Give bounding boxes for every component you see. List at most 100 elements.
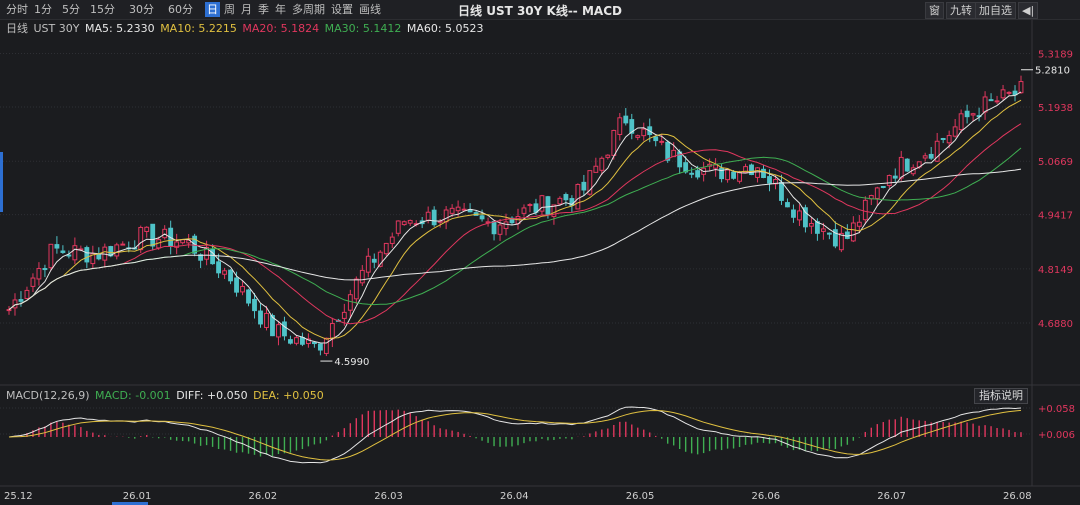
candle-body [365,255,371,273]
candle-body [54,244,60,249]
macd-tick-label: +0.058 [1038,404,1075,415]
candle-body [395,220,401,234]
candle-body [294,337,299,344]
candle-body [767,176,772,184]
candle-body [48,243,54,269]
x-tick-label: 25.12 [4,491,33,502]
candle-body [353,278,359,300]
candle-body [36,268,42,280]
scroll-indicator [0,152,3,212]
candle-body [988,99,994,102]
candle-body [347,294,353,311]
candle-body [611,129,617,156]
price-tick-label: 5.3189 [1038,50,1073,61]
candle-body [635,135,641,138]
diff-line [8,406,1022,464]
dea-line [8,409,1022,461]
candle-body [898,156,904,179]
candle-body [994,100,1000,103]
x-tick-label: 26.08 [1003,491,1032,502]
candle-body [904,158,910,172]
candle-body [84,247,90,263]
candle-body [503,221,509,230]
candle-body [952,126,958,137]
candle-body [527,204,533,207]
candle-body [455,206,461,212]
candle-body [856,221,862,227]
candle-body [311,341,317,345]
candle-body [731,171,736,179]
ma-legend: 日线 UST 30Y MA5: 5.2330 MA10: 5.2215 MA20… [6,20,486,35]
price-tick-label: 4.8149 [1038,265,1073,276]
candle-body [449,207,455,214]
price-tick-label: 4.9417 [1038,211,1073,222]
x-tick-label: 26.01 [123,491,152,502]
candle-body [880,185,886,188]
ma20-line [8,123,1022,325]
candle-body [317,343,323,351]
candle-body [665,141,671,161]
candle-body [246,289,251,304]
candle-body [623,115,629,124]
candle-body [264,312,269,328]
ma10-line [8,99,1022,340]
legend-ma5: MA5: 5.2330 [84,22,155,35]
price-tick-label: 4.6880 [1038,319,1073,330]
candle-body [970,113,976,116]
candle-body [689,172,695,175]
candle-body [497,224,503,235]
candle-body [593,165,599,173]
candle-body [30,277,36,287]
candle-body [653,136,659,142]
macd-tick-label: +0.006 [1038,430,1075,441]
candle-body [323,337,329,354]
candle-body [838,232,844,251]
low-marker-label: 4.5990 [334,357,369,368]
candle-body [797,210,802,221]
kline-chart[interactable]: 5.3189 5.1938 5.0669 4.9417 4.8149 4.6880 +0.0… [0,0,1080,505]
candle-body [964,110,970,118]
candle-body [150,223,156,247]
candle-body [892,175,898,179]
candle-body [24,289,30,300]
candle-body [659,140,665,143]
candle-body [216,261,221,274]
macd-value: MACD: -0.001 [95,389,171,402]
candle-body [791,209,796,218]
candle-body [563,194,569,201]
candle-body [605,154,611,158]
candle-body [114,244,120,257]
candle-body [850,222,856,242]
candle-body [581,181,587,191]
candle-body [557,197,563,205]
candle-body [383,242,389,255]
candle-body [138,226,144,251]
candle-body [389,236,395,244]
candle-body [928,153,934,159]
candle-body [252,298,257,312]
candle-body [940,137,946,140]
candle-body [300,336,305,345]
candle-body [946,135,952,144]
candle-body [12,299,18,309]
candle-body [826,232,832,235]
price-tick-label: 5.0669 [1038,157,1073,168]
candle-body [521,207,527,214]
candle-body [258,310,263,325]
candle-body [844,231,850,239]
price-tick-label: 5.1938 [1038,103,1073,114]
ma5-line [8,91,1022,344]
legend-ma30: MA30: 5.1412 [324,22,402,35]
candle-body [737,171,742,182]
candle-body [785,202,790,208]
indicator-help-button[interactable]: 指标说明 [974,388,1028,404]
candle-body [575,183,581,210]
legend-ma60: MA60: 5.0523 [406,22,484,35]
candle-body [120,243,126,246]
candle-body [641,128,647,137]
candle-body [288,339,293,344]
candle-body [545,196,551,215]
candle-body [491,220,497,235]
candle-body [282,321,287,337]
candle-body [371,258,377,263]
